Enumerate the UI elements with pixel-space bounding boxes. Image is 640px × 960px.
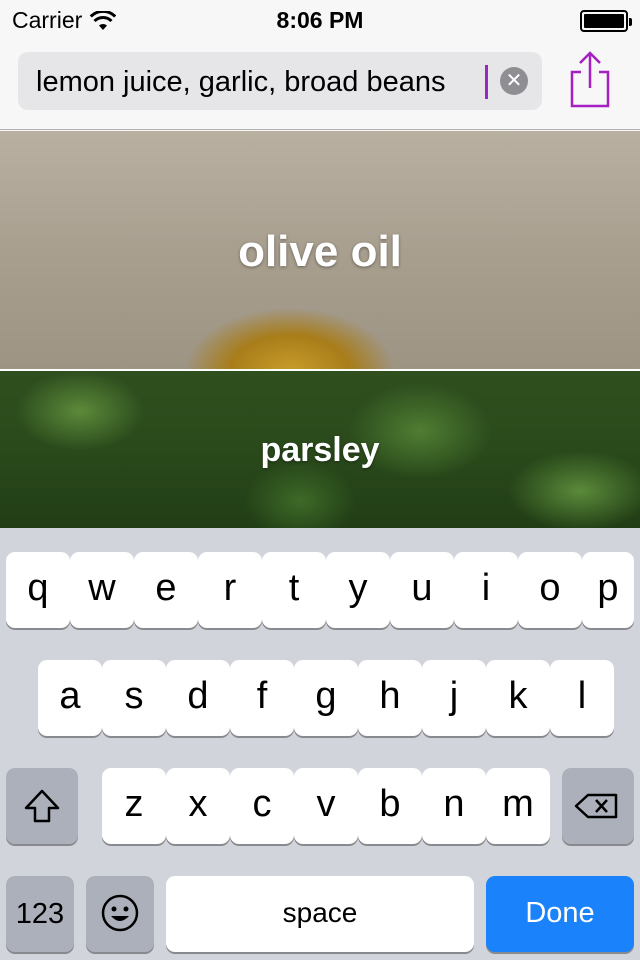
search-input[interactable]: lemon juice, garlic, broad beans ✕ xyxy=(18,52,542,110)
keyboard: q w e r t y u i o p a s d f g h j k l z … xyxy=(0,528,640,960)
key-s[interactable]: s xyxy=(102,660,166,736)
key-k[interactable]: k xyxy=(486,660,550,736)
key-e[interactable]: e xyxy=(134,552,198,628)
key-c[interactable]: c xyxy=(230,768,294,844)
search-query: lemon juice, garlic, broad beans xyxy=(36,66,446,98)
status-time: 8:06 PM xyxy=(276,7,364,33)
key-t[interactable]: t xyxy=(262,552,326,628)
key-m[interactable]: m xyxy=(486,768,550,844)
result-card-olive-oil[interactable]: olive oil xyxy=(0,131,640,369)
status-bar: Carrier 8:06 PM xyxy=(0,0,640,40)
key-z[interactable]: z xyxy=(102,768,166,844)
shift-key[interactable] xyxy=(6,768,78,844)
key-w[interactable]: w xyxy=(70,552,134,628)
space-key[interactable]: space xyxy=(166,876,474,952)
key-h[interactable]: h xyxy=(358,660,422,736)
key-r[interactable]: r xyxy=(198,552,262,628)
key-a[interactable]: a xyxy=(38,660,102,736)
key-f[interactable]: f xyxy=(230,660,294,736)
key-b[interactable]: b xyxy=(358,768,422,844)
key-v[interactable]: v xyxy=(294,768,358,844)
emoji-icon xyxy=(101,894,139,932)
shift-icon xyxy=(24,789,60,823)
result-label: olive oil xyxy=(238,227,402,276)
clear-icon[interactable]: ✕ xyxy=(500,67,528,95)
search-bar: lemon juice, garlic, broad beans ✕ xyxy=(0,40,640,130)
delete-key[interactable] xyxy=(562,768,634,844)
result-card-parsley[interactable]: parsley xyxy=(0,371,640,528)
text-caret xyxy=(485,65,488,99)
key-j[interactable]: j xyxy=(422,660,486,736)
key-n[interactable]: n xyxy=(422,768,486,844)
done-key[interactable]: Done xyxy=(486,876,634,952)
delete-icon xyxy=(574,793,618,819)
key-u[interactable]: u xyxy=(390,552,454,628)
key-l[interactable]: l xyxy=(550,660,614,736)
battery-icon xyxy=(580,10,632,32)
key-g[interactable]: g xyxy=(294,660,358,736)
key-d[interactable]: d xyxy=(166,660,230,736)
key-i[interactable]: i xyxy=(454,552,518,628)
key-o[interactable]: o xyxy=(518,552,582,628)
numbers-key[interactable]: 123 xyxy=(6,876,74,952)
result-label: parsley xyxy=(260,431,380,469)
key-q[interactable]: q xyxy=(6,552,70,628)
key-p[interactable]: p xyxy=(582,552,634,628)
emoji-key[interactable] xyxy=(86,876,154,952)
key-y[interactable]: y xyxy=(326,552,390,628)
share-icon[interactable] xyxy=(566,50,614,110)
key-x[interactable]: x xyxy=(166,768,230,844)
